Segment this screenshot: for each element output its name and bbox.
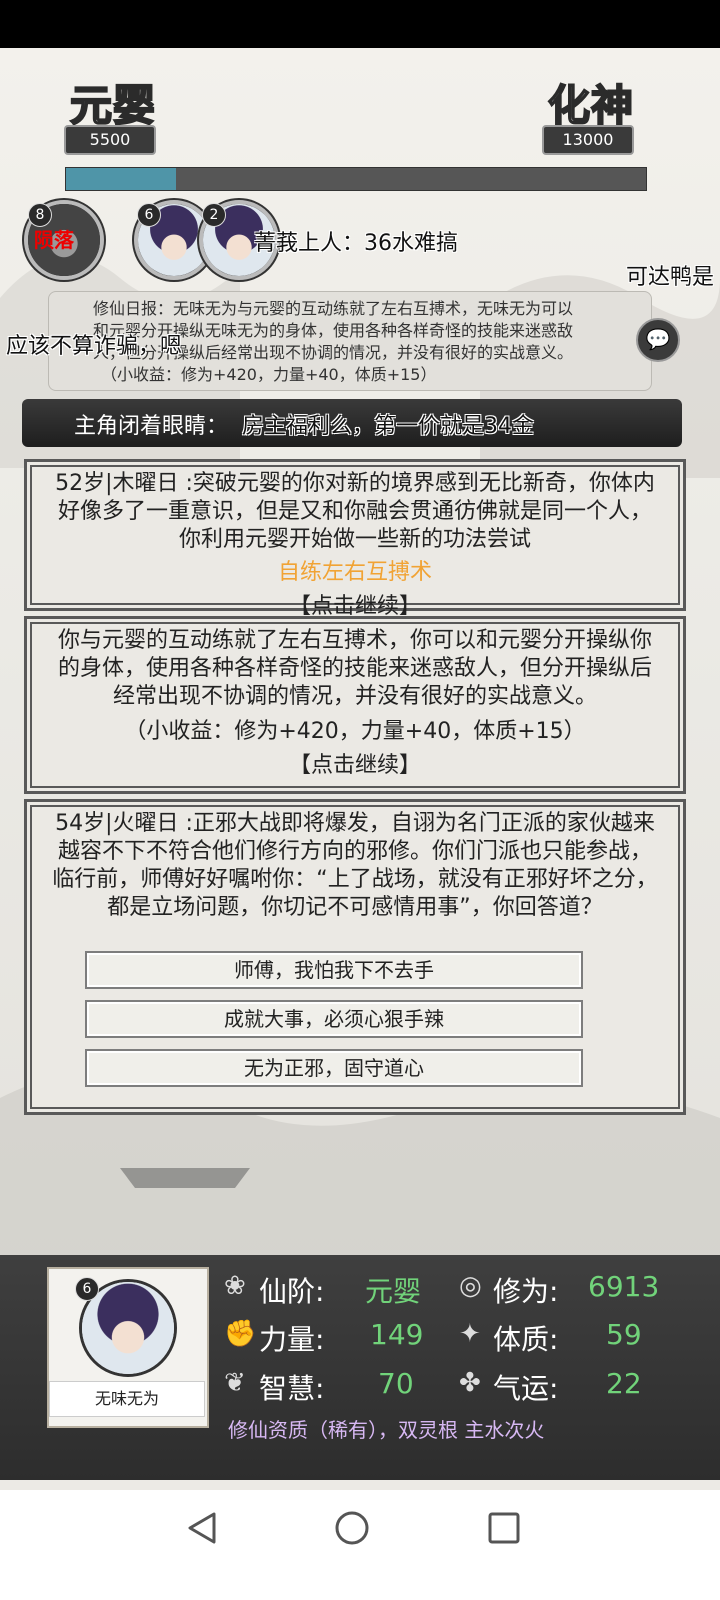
- luck-icon: ✤: [459, 1368, 481, 1398]
- stat-strength-value: 149: [370, 1318, 424, 1351]
- chat-bubble-icon[interactable]: 💬: [636, 318, 680, 362]
- story-text: 52岁|木曜日 :突破元婴的你对新的境界感到无比新奇，你体内好像多了一重意识，但…: [55, 471, 655, 552]
- daily-report-gain: （小收益：修为+420，力量+40，体质+15）: [101, 365, 437, 384]
- cultivation-progress-bar: [65, 167, 647, 191]
- progress-fill: [66, 168, 177, 190]
- stat-constitution-value: 59: [606, 1318, 642, 1351]
- back-icon[interactable]: [184, 1510, 220, 1546]
- avatar-badge: 8: [28, 203, 52, 227]
- danmaku-message: 应该不算诈骗，嗯: [6, 334, 183, 359]
- cultivation-icon: ◎: [459, 1271, 482, 1301]
- story-text: 你与元婴的互动练就了左右互搏术，你可以和元婴分开操纵你的身体，使用各种各样奇怪的…: [57, 628, 652, 709]
- stat-luck-value: 22: [606, 1367, 642, 1400]
- stat-label: 修为:: [493, 1275, 559, 1308]
- danmaku-message: 菁莪上人：36水难搞: [254, 231, 458, 256]
- navigation-bar: [0, 1490, 720, 1600]
- home-icon[interactable]: [334, 1510, 370, 1546]
- stat-label: 力量:: [259, 1323, 325, 1356]
- danmaku-message: 房主福利么，第一价就是34金: [242, 414, 534, 439]
- current-realm-value: 5500: [64, 125, 156, 155]
- fallen-tag: 陨落: [34, 228, 74, 252]
- story-card[interactable]: 52岁|木曜日 :突破元婴的你对新的境界感到无比新奇，你体内好像多了一重意识，但…: [24, 459, 686, 619]
- character-name: 无味无为: [49, 1381, 205, 1417]
- realm-icon: ❀: [224, 1271, 246, 1301]
- status-bar: [0, 0, 720, 48]
- daily-report-line: 修仙日报：无味无为与元婴的互动练就了左右互搏术，无味无为可以: [93, 299, 574, 318]
- event-highlight: 自练左右互搏术: [277, 560, 432, 585]
- aptitude-text: 修仙资质（稀有），双灵根 主水次火: [228, 1418, 545, 1442]
- protagonist-banner: 主角闭着眼睛： 房主福利么，第一价就是34金: [22, 399, 682, 447]
- stat-label: 气运:: [493, 1372, 559, 1405]
- next-realm-title: 化神: [547, 80, 635, 131]
- wisdom-icon: ❦: [224, 1368, 246, 1398]
- stat-realm-value: 元婴: [365, 1275, 422, 1308]
- choice-button[interactable]: 师傅，我怕我下不去手: [85, 951, 583, 989]
- stat-cultivation-value: 6913: [588, 1270, 660, 1303]
- click-continue[interactable]: 【点击继续】: [27, 747, 683, 779]
- stat-label: 智慧:: [259, 1372, 325, 1405]
- recents-icon[interactable]: [486, 1510, 522, 1546]
- next-realm-value: 13000: [542, 125, 634, 155]
- gain-text: （小收益：修为+420，力量+40，体质+15）: [124, 719, 586, 744]
- avatar-badge: 2: [202, 203, 226, 227]
- story-card[interactable]: 你与元婴的互动练就了左右互搏术，你可以和元婴分开操纵你的身体，使用各种各样奇怪的…: [24, 616, 686, 794]
- character-portrait-panel[interactable]: 6 无味无为: [47, 1267, 209, 1428]
- constitution-icon: ✦: [459, 1319, 481, 1349]
- choice-button[interactable]: 无为正邪，固守道心: [85, 1049, 583, 1087]
- stat-label: 仙阶:: [259, 1275, 325, 1308]
- stat-wisdom-value: 70: [378, 1367, 414, 1400]
- strength-icon: ✊: [224, 1319, 257, 1349]
- stat-label: 体质:: [493, 1323, 559, 1356]
- banner-text: 主角闭着眼睛：: [74, 414, 229, 439]
- danmaku-message: 可达鸭是: [626, 265, 715, 290]
- current-realm-title: 元婴: [69, 80, 157, 131]
- character-badge: 6: [75, 1277, 99, 1301]
- story-text: 54岁|火曜日 :正邪大战即将爆发，自诩为名门正派的家伙越来越容不下不符合他们修…: [52, 811, 658, 920]
- avatar-badge: 6: [137, 203, 161, 227]
- choice-button[interactable]: 成就大事，必须心狠手辣: [85, 1000, 583, 1038]
